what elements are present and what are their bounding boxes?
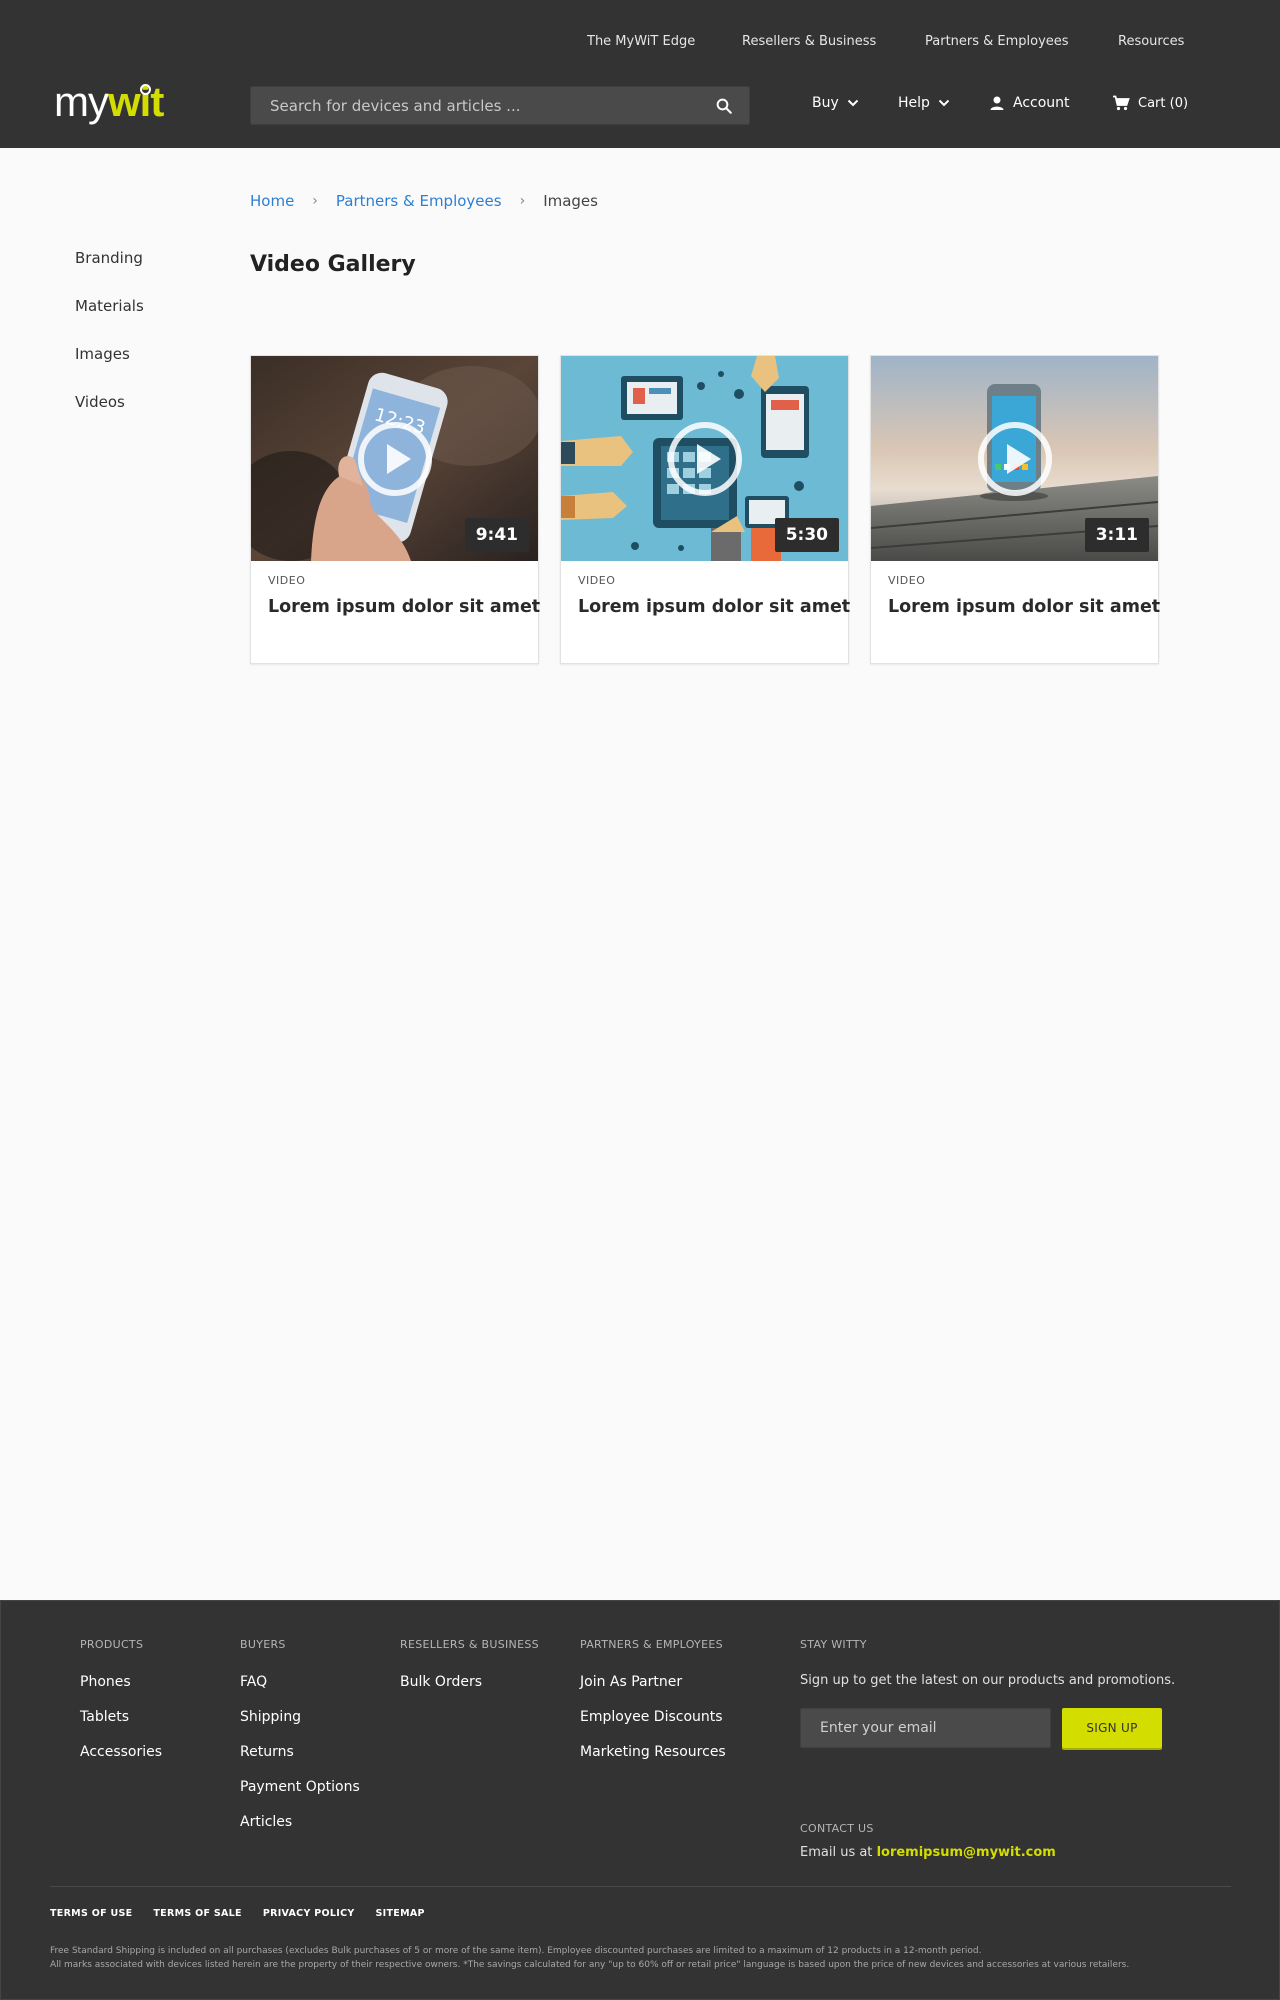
cart-icon bbox=[1113, 95, 1130, 111]
terms-of-use-link[interactable]: TERMS OF USE bbox=[50, 1908, 132, 1919]
search-input[interactable] bbox=[251, 87, 701, 124]
play-icon[interactable] bbox=[668, 422, 742, 496]
fine-print-trademarks: All marks associated with devices listed… bbox=[50, 1960, 1130, 1970]
card-title[interactable]: Lorem ipsum dolor sit amet bbox=[268, 597, 540, 617]
footer-heading: CONTACT US bbox=[800, 1822, 874, 1835]
top-nav: The MyWiT Edge Resellers & Business Part… bbox=[0, 34, 1280, 52]
buy-menu-label: Buy bbox=[812, 95, 839, 111]
account-label: Account bbox=[1013, 95, 1070, 111]
sidebar-item-images[interactable]: Images bbox=[75, 344, 144, 392]
play-icon[interactable] bbox=[978, 422, 1052, 496]
footer-heading: PRODUCTS bbox=[80, 1638, 144, 1651]
footer-column-buyers: BUYERS FAQ Shipping Returns Payment Opti… bbox=[240, 1638, 360, 1848]
chevron-down-icon bbox=[938, 99, 950, 107]
video-card-grid: 12:23 9:41 VIDEO Lorem ipsum dolor sit a… bbox=[250, 355, 1161, 665]
sitemap-link[interactable]: SITEMAP bbox=[376, 1908, 425, 1919]
breadcrumb-current: Images bbox=[543, 192, 598, 210]
video-thumbnail[interactable]: 5:30 bbox=[561, 356, 848, 561]
top-nav-mywit-edge[interactable]: The MyWiT Edge bbox=[587, 34, 695, 49]
card-type-label: VIDEO bbox=[578, 574, 616, 587]
top-nav-partners-employees[interactable]: Partners & Employees bbox=[925, 34, 1069, 49]
sign-up-button[interactable]: SIGN UP bbox=[1062, 1708, 1162, 1748]
help-menu-label: Help bbox=[898, 95, 930, 111]
footer-heading: STAY WITTY bbox=[800, 1638, 867, 1651]
privacy-policy-link[interactable]: PRIVACY POLICY bbox=[263, 1908, 355, 1919]
card-title[interactable]: Lorem ipsum dolor sit amet bbox=[888, 597, 1160, 617]
newsletter-description: Sign up to get the latest on our product… bbox=[800, 1673, 1176, 1688]
contact-section: CONTACT US Email us at loremipsum@mywit.… bbox=[800, 1822, 1056, 1860]
video-card[interactable]: 5:30 VIDEO Lorem ipsum dolor sit amet bbox=[560, 355, 850, 664]
footer-link-faq[interactable]: FAQ bbox=[240, 1673, 360, 1708]
legal-links: TERMS OF USE TERMS OF SALE PRIVACY POLIC… bbox=[50, 1908, 425, 1919]
sidebar: Branding Materials Images Videos bbox=[75, 248, 144, 440]
breadcrumb-partners-employees[interactable]: Partners & Employees bbox=[336, 192, 502, 210]
video-duration: 5:30 bbox=[774, 518, 839, 552]
help-menu[interactable]: Help bbox=[898, 95, 950, 111]
top-nav-resources[interactable]: Resources bbox=[1118, 34, 1184, 49]
email-input[interactable] bbox=[801, 1709, 1050, 1747]
search-icon[interactable] bbox=[715, 97, 733, 115]
contact-line: Email us at loremipsum@mywit.com bbox=[800, 1845, 1056, 1860]
footer-link-join-as-partner[interactable]: Join As Partner bbox=[580, 1673, 726, 1708]
fine-print: Free Standard Shipping is included on al… bbox=[50, 1944, 1129, 1972]
video-card[interactable]: 3:11 VIDEO Lorem ipsum dolor sit amet bbox=[870, 355, 1160, 664]
cart-label: Cart (0) bbox=[1138, 95, 1189, 111]
buy-menu[interactable]: Buy bbox=[812, 95, 859, 111]
footer-link-articles[interactable]: Articles bbox=[240, 1813, 360, 1848]
contact-prefix: Email us at bbox=[800, 1845, 873, 1860]
account-link[interactable]: Account bbox=[989, 95, 1070, 111]
newsletter-email-field bbox=[800, 1708, 1051, 1748]
person-icon bbox=[990, 96, 1004, 110]
footer-column-resellers: RESELLERS & BUSINESS Bulk Orders bbox=[400, 1638, 539, 1708]
video-duration: 3:11 bbox=[1084, 518, 1149, 552]
play-icon[interactable] bbox=[358, 422, 432, 496]
breadcrumb-home[interactable]: Home bbox=[250, 192, 294, 210]
footer-link-phones[interactable]: Phones bbox=[80, 1673, 162, 1708]
search-box bbox=[250, 86, 750, 125]
page-title: Video Gallery bbox=[250, 252, 416, 277]
mywit-logo[interactable]: mywit bbox=[54, 78, 164, 125]
sidebar-item-branding[interactable]: Branding bbox=[75, 248, 144, 296]
cart-link[interactable]: Cart (0) bbox=[1112, 95, 1188, 111]
logo-dot-icon bbox=[140, 84, 151, 95]
footer-link-marketing-resources[interactable]: Marketing Resources bbox=[580, 1743, 726, 1778]
footer-column-partners: PARTNERS & EMPLOYEES Join As Partner Emp… bbox=[580, 1638, 726, 1778]
video-thumbnail[interactable]: 12:23 9:41 bbox=[251, 356, 538, 561]
footer-heading: BUYERS bbox=[240, 1638, 286, 1651]
contact-email-link[interactable]: loremipsum@mywit.com bbox=[877, 1845, 1056, 1860]
footer-link-shipping[interactable]: Shipping bbox=[240, 1708, 360, 1743]
video-card[interactable]: 12:23 9:41 VIDEO Lorem ipsum dolor sit a… bbox=[250, 355, 540, 664]
top-nav-resellers-business[interactable]: Resellers & Business bbox=[742, 34, 876, 49]
video-duration: 9:41 bbox=[464, 518, 529, 552]
newsletter-section: STAY WITTY Sign up to get the latest on … bbox=[800, 1638, 1180, 1688]
footer-link-payment-options[interactable]: Payment Options bbox=[240, 1778, 360, 1813]
footer-heading: RESELLERS & BUSINESS bbox=[400, 1638, 539, 1651]
site-footer: PRODUCTS Phones Tablets Accessories BUYE… bbox=[0, 1600, 1280, 2000]
sidebar-item-videos[interactable]: Videos bbox=[75, 392, 144, 440]
footer-link-tablets[interactable]: Tablets bbox=[80, 1708, 162, 1743]
footer-link-accessories[interactable]: Accessories bbox=[80, 1743, 162, 1778]
footer-link-returns[interactable]: Returns bbox=[240, 1743, 360, 1778]
chevron-right-icon: › bbox=[519, 193, 526, 209]
site-header: The MyWiT Edge Resellers & Business Part… bbox=[0, 0, 1280, 148]
fine-print-shipping: Free Standard Shipping is included on al… bbox=[50, 1946, 982, 1956]
card-title[interactable]: Lorem ipsum dolor sit amet bbox=[578, 597, 850, 617]
footer-column-products: PRODUCTS Phones Tablets Accessories bbox=[80, 1638, 162, 1778]
chevron-down-icon bbox=[847, 99, 858, 107]
card-type-label: VIDEO bbox=[268, 574, 306, 587]
chevron-right-icon: › bbox=[312, 193, 318, 209]
breadcrumb: Home › Partners & Employees › Images bbox=[250, 190, 598, 212]
footer-link-employee-discounts[interactable]: Employee Discounts bbox=[580, 1708, 726, 1743]
terms-of-sale-link[interactable]: TERMS OF SALE bbox=[153, 1908, 241, 1919]
footer-heading: PARTNERS & EMPLOYEES bbox=[580, 1638, 723, 1651]
sidebar-item-materials[interactable]: Materials bbox=[75, 296, 144, 344]
footer-divider bbox=[50, 1886, 1231, 1887]
logo-text-wit: wit bbox=[108, 78, 164, 125]
card-type-label: VIDEO bbox=[888, 574, 926, 587]
logo-text-my: my bbox=[54, 78, 109, 125]
video-thumbnail[interactable]: 3:11 bbox=[871, 356, 1158, 561]
footer-link-bulk-orders[interactable]: Bulk Orders bbox=[400, 1673, 539, 1708]
